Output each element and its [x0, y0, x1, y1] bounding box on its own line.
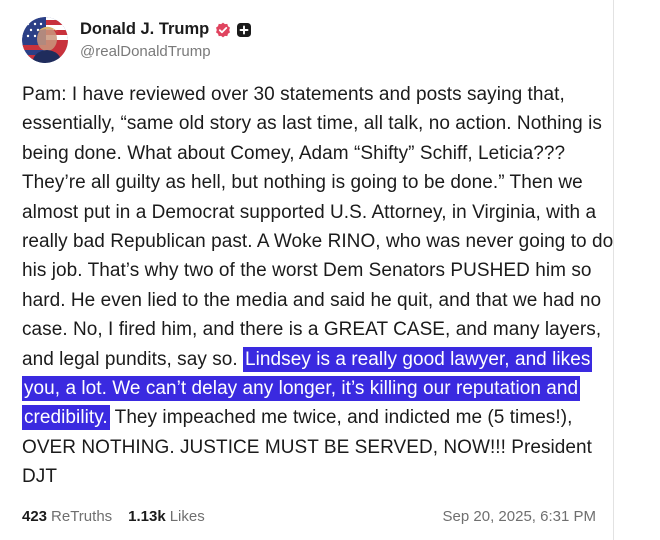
post-timestamp[interactable]: Sep 20, 2025, 6:31 PM: [443, 508, 596, 525]
likes-label: Likes: [169, 508, 205, 525]
post-text-before: Pam: I have reviewed over 30 statements …: [22, 84, 614, 370]
plus-square-icon[interactable]: [236, 22, 252, 38]
avatar[interactable]: [22, 17, 68, 63]
name-row: Donald J. Trump: [80, 20, 252, 39]
retruths-count: 423: [22, 508, 48, 525]
likes-stat[interactable]: 1.13k Likes: [128, 508, 205, 525]
post-header: Donald J. Trump @realDonaldTrump: [22, 14, 252, 66]
truth-post: Donald J. Trump @realDonaldTrump Pam: I …: [0, 0, 636, 540]
likes-count: 1.13k: [128, 508, 166, 525]
retruths-label: ReTruths: [51, 508, 113, 525]
author-names: Donald J. Trump @realDonaldTrump: [80, 20, 252, 60]
avatar-image: [22, 17, 68, 63]
post-body: Pam: I have reviewed over 30 statements …: [22, 80, 622, 492]
author-display-name[interactable]: Donald J. Trump: [80, 20, 209, 39]
author-handle[interactable]: @realDonaldTrump: [80, 43, 252, 60]
post-footer: 423 ReTruths 1.13k Likes Sep 20, 2025, 6…: [22, 508, 596, 525]
verified-badge-icon: [215, 22, 231, 38]
retruths-stat[interactable]: 423 ReTruths: [22, 508, 112, 525]
